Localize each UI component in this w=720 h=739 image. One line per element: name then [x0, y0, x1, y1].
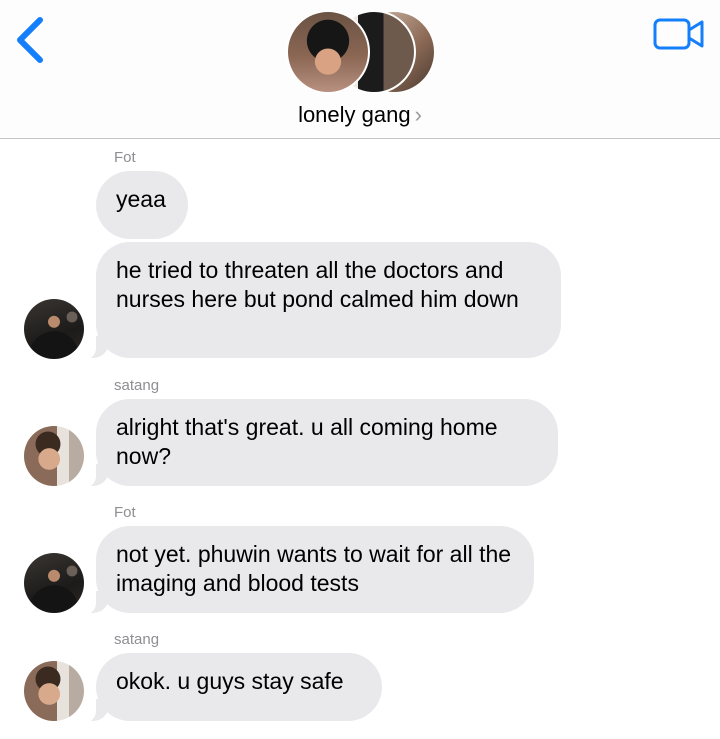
message-text: yeaa [116, 186, 166, 212]
sender-label: Fot [114, 504, 136, 521]
chevron-left-icon [17, 17, 43, 63]
message-bubble[interactable]: yeaa [96, 171, 188, 239]
avatar[interactable] [24, 661, 84, 721]
group-avatar-stack[interactable] [286, 10, 436, 94]
message-bubble[interactable]: not yet. phuwin wants to wait for all th… [76, 526, 534, 615]
sender-label: Fot [114, 149, 136, 166]
chevron-right-icon: › [414, 102, 422, 127]
message-text: okok. u guys stay safe [116, 668, 344, 694]
message-text: he tried to threaten all the doctors and… [116, 257, 519, 312]
conversation-header: lonely gang › [0, 0, 720, 139]
group-avatar-1 [286, 10, 370, 94]
avatar[interactable] [24, 299, 84, 359]
sender-label: satang [114, 631, 160, 648]
avatar[interactable] [24, 553, 84, 613]
group-name-button[interactable]: lonely gang › [0, 102, 720, 128]
message-bubble[interactable]: alright that's great. u all coming home … [76, 399, 558, 488]
message-text: alright that's great. u all coming home … [116, 414, 498, 469]
message-text: not yet. phuwin wants to wait for all th… [116, 541, 512, 596]
video-call-button[interactable] [652, 14, 706, 54]
sender-label: satang [114, 377, 160, 394]
avatar[interactable] [24, 426, 84, 486]
back-button[interactable] [12, 16, 52, 64]
video-camera-icon [653, 18, 704, 50]
message-bubble[interactable]: okok. u guys stay safe [76, 653, 382, 723]
group-name-label: lonely gang [298, 102, 411, 127]
message-bubble[interactable]: he tried to threaten all the doctors and… [76, 242, 561, 360]
